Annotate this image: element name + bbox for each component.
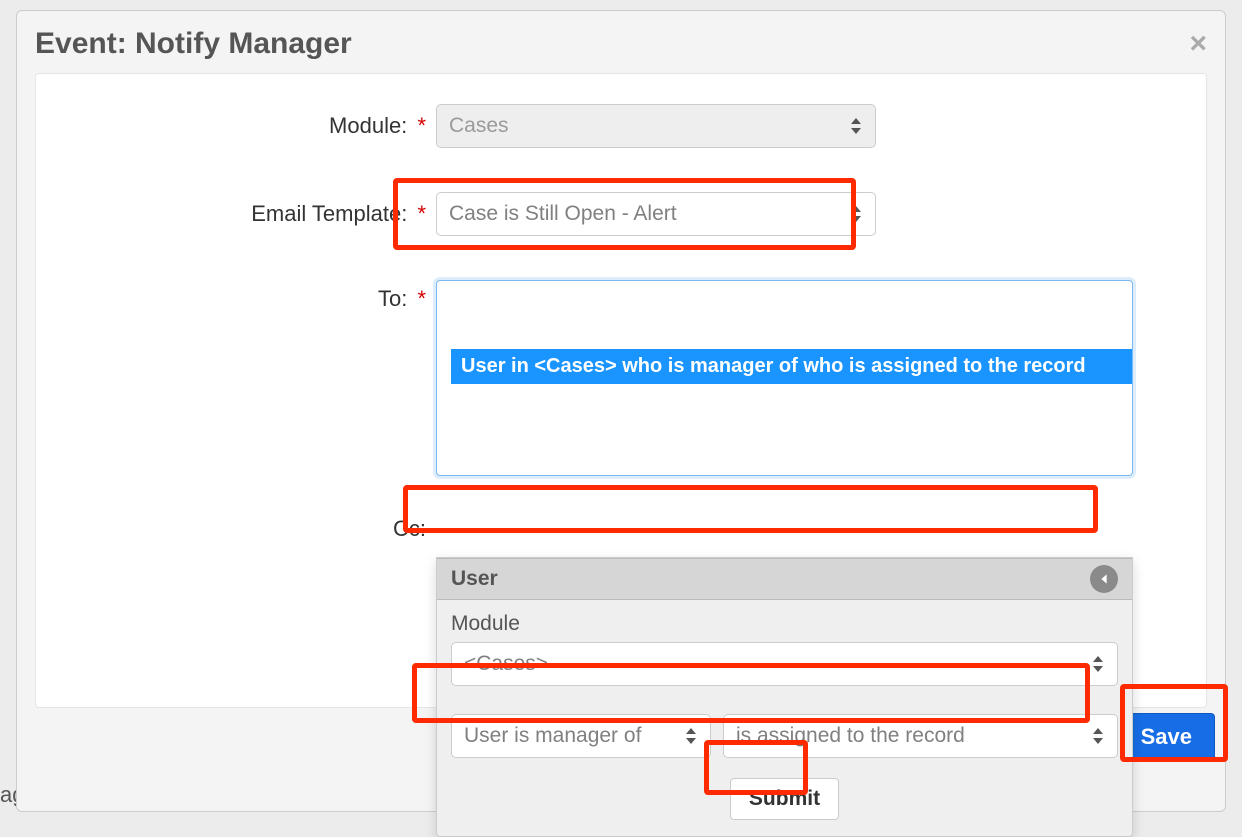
cc-module-value: <Cases>	[464, 652, 548, 676]
row-to: To: * User in <Cases> who is manager of …	[76, 280, 1166, 476]
chevron-updown-icon	[849, 118, 863, 134]
email-template-value: Case is Still Open - Alert	[449, 202, 677, 226]
to-recipient-chip[interactable]: User in <Cases> who is manager of who is…	[451, 349, 1132, 384]
cc-relation-select-2[interactable]: is assigned to the record	[723, 714, 1118, 758]
label-cc: Cc:	[76, 516, 436, 542]
cc-picker-title: User	[451, 567, 498, 591]
chevron-updown-icon	[684, 728, 698, 744]
email-template-select[interactable]: Case is Still Open - Alert	[436, 192, 876, 236]
label-email-template: Email Template: *	[76, 201, 436, 227]
modal-title: Event: Notify Manager	[35, 27, 352, 61]
row-cc: Cc:	[76, 516, 1166, 542]
cc-relation-1-value: User is manager of	[464, 724, 641, 748]
label-to-text: To:	[378, 286, 407, 311]
row-module: Module: * Cases	[76, 104, 1166, 148]
label-module: Module: *	[76, 113, 436, 139]
form-panel: Module: * Cases Email Template: * Case i…	[35, 73, 1207, 708]
required-asterisk: *	[417, 286, 426, 311]
cc-relation-select-1[interactable]: User is manager of	[451, 714, 711, 758]
row-email-template: Email Template: * Case is Still Open - A…	[76, 192, 1166, 236]
submit-button[interactable]: Submit	[730, 778, 839, 820]
chevron-updown-icon	[1091, 728, 1105, 744]
cc-picker-header: User	[437, 558, 1132, 600]
to-input[interactable]: User in <Cases> who is manager of who is…	[436, 280, 1133, 476]
cc-relation-row: User is manager of is assigned to the re…	[451, 714, 1118, 758]
required-asterisk: *	[417, 113, 426, 138]
event-modal: Event: Notify Manager × Module: * Cases …	[16, 10, 1226, 812]
module-select-value: Cases	[449, 114, 509, 138]
modal-header: Event: Notify Manager ×	[35, 27, 1207, 61]
cc-picker-body: Module <Cases> User is manager of is ass…	[437, 600, 1132, 836]
label-email-template-text: Email Template:	[251, 201, 407, 226]
close-icon[interactable]: ×	[1189, 29, 1207, 59]
chevron-updown-icon	[849, 206, 863, 222]
chevron-updown-icon	[1091, 656, 1105, 672]
label-to: To: *	[76, 280, 436, 312]
label-cc-text: Cc:	[393, 516, 426, 541]
required-asterisk: *	[417, 201, 426, 226]
cc-picker-panel: User Module <Cases> User is manager of	[436, 557, 1133, 837]
module-select[interactable]: Cases	[436, 104, 876, 148]
label-module-text: Module:	[329, 113, 407, 138]
back-icon[interactable]	[1090, 565, 1118, 593]
cc-relation-2-value: is assigned to the record	[736, 724, 965, 748]
cc-module-select[interactable]: <Cases>	[451, 642, 1118, 686]
cc-module-label: Module	[451, 612, 1118, 636]
